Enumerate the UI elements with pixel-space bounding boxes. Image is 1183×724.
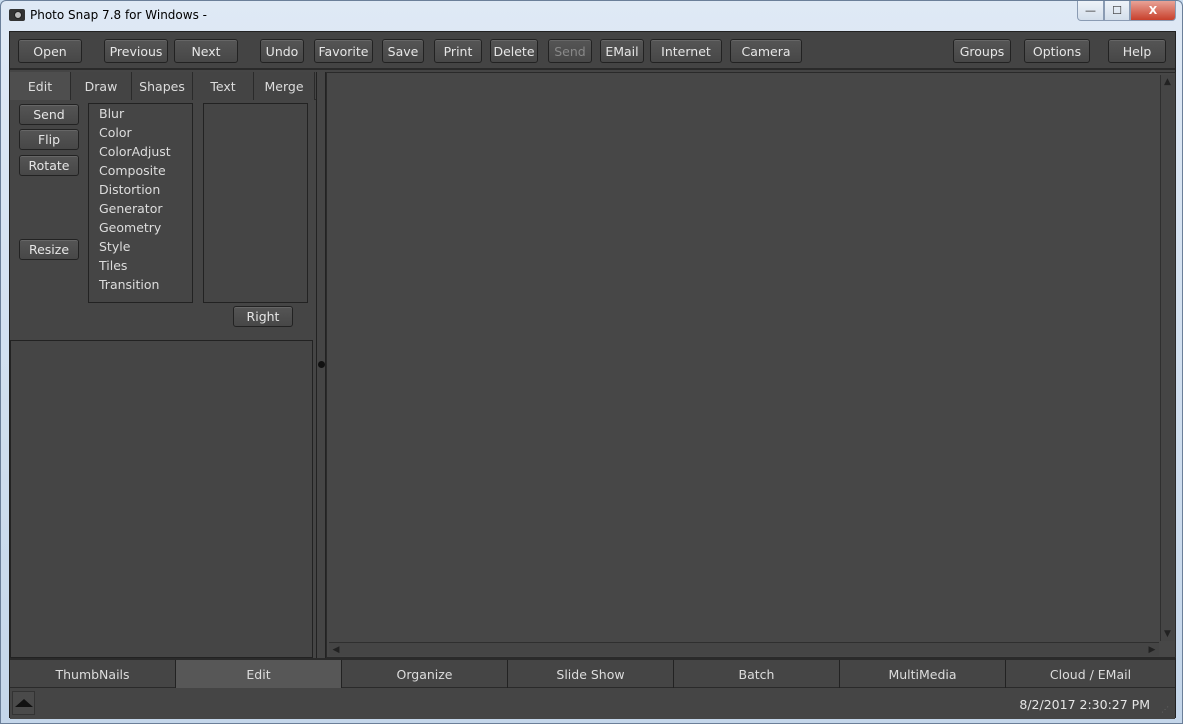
minimize-button[interactable]: — [1077, 1, 1104, 21]
preview-panel [10, 340, 313, 658]
edit-tab-strip: Edit Draw Shapes Text Merge [10, 72, 316, 100]
edit-panel: Edit Draw Shapes Text Merge Send Flip Ro… [10, 72, 316, 658]
list-item[interactable]: Color [89, 123, 192, 142]
open-button[interactable]: Open [18, 39, 82, 63]
list-item[interactable]: ColorAdjust [89, 142, 192, 161]
maximize-button[interactable]: ☐ [1104, 1, 1130, 21]
delete-button[interactable]: Delete [490, 39, 538, 63]
scroll-up-icon[interactable]: ▲ [1161, 75, 1174, 89]
splitter-handle[interactable] [318, 361, 325, 368]
close-icon: X [1148, 4, 1158, 17]
save-button[interactable]: Save [382, 39, 424, 63]
mode-tab-multimedia[interactable]: MultiMedia [840, 660, 1006, 688]
send-side-button[interactable]: Send [19, 104, 79, 125]
list-item[interactable]: Composite [89, 161, 192, 180]
status-bar: 8/2/2017 2:30:27 PM ⋰ [10, 688, 1175, 719]
email-button[interactable]: EMail [600, 39, 644, 63]
panel-splitter[interactable] [316, 72, 326, 658]
resize-grip-icon[interactable]: ⋰ [1161, 705, 1171, 715]
scroll-right-icon[interactable]: ▶ [1145, 643, 1159, 656]
tab-text[interactable]: Text [193, 72, 254, 100]
help-button[interactable]: Help [1108, 39, 1166, 63]
list-item[interactable]: Transition [89, 275, 192, 294]
minimize-icon: — [1085, 4, 1096, 17]
send-button[interactable]: Send [548, 39, 592, 63]
tab-edit[interactable]: Edit [10, 72, 71, 100]
undo-button[interactable]: Undo [260, 39, 304, 63]
vertical-scrollbar[interactable]: ▲ ▼ [1160, 75, 1174, 641]
client-area: Open Previous Next Undo Favorite Save Pr… [9, 31, 1176, 719]
scroll-left-icon[interactable]: ◀ [329, 643, 343, 656]
window-controls: — ☐ X [1077, 1, 1176, 21]
tab-merge[interactable]: Merge [254, 72, 315, 100]
list-item[interactable]: Distortion [89, 180, 192, 199]
filter-category-list[interactable]: Blur Color ColorAdjust Composite Distort… [88, 103, 193, 303]
list-item[interactable]: Blur [89, 104, 192, 123]
mode-tab-edit[interactable]: Edit [176, 660, 342, 688]
previous-button[interactable]: Previous [104, 39, 168, 63]
tab-draw[interactable]: Draw [71, 72, 132, 100]
tab-shapes[interactable]: Shapes [132, 72, 193, 100]
list-item[interactable]: Generator [89, 199, 192, 218]
next-button[interactable]: Next [174, 39, 238, 63]
internet-button[interactable]: Internet [650, 39, 722, 63]
expand-button[interactable] [12, 691, 35, 715]
print-button[interactable]: Print [434, 39, 482, 63]
window-title: Photo Snap 7.8 for Windows - [30, 8, 207, 22]
options-button[interactable]: Options [1024, 39, 1090, 63]
app-window: Photo Snap 7.8 for Windows - — ☐ X Open … [0, 0, 1183, 724]
mode-tab-organize[interactable]: Organize [342, 660, 508, 688]
triangle-up-icon [14, 699, 33, 707]
mode-tab-thumbnails[interactable]: ThumbNails [10, 660, 176, 688]
title-bar: Photo Snap 7.8 for Windows - — ☐ X [1, 1, 1182, 31]
groups-button[interactable]: Groups [953, 39, 1011, 63]
mode-tab-bar: ThumbNails Edit Organize Slide Show Batc… [10, 658, 1175, 688]
favorite-button[interactable]: Favorite [314, 39, 373, 63]
list-item[interactable]: Tiles [89, 256, 192, 275]
image-canvas[interactable]: ▲ ▼ ◀ ▶ [326, 72, 1176, 658]
close-button[interactable]: X [1130, 1, 1176, 21]
filter-sublist[interactable] [203, 103, 308, 303]
camera-button[interactable]: Camera [730, 39, 802, 63]
scroll-down-icon[interactable]: ▼ [1161, 627, 1174, 641]
flip-button[interactable]: Flip [19, 129, 79, 150]
mode-tab-batch[interactable]: Batch [674, 660, 840, 688]
list-item[interactable]: Geometry [89, 218, 192, 237]
status-datetime: 8/2/2017 2:30:27 PM [1019, 697, 1150, 712]
rotate-button[interactable]: Rotate [19, 155, 79, 176]
main-toolbar: Open Previous Next Undo Favorite Save Pr… [10, 32, 1175, 70]
horizontal-scrollbar[interactable]: ◀ ▶ [329, 642, 1159, 656]
camera-icon [9, 9, 25, 21]
resize-button[interactable]: Resize [19, 239, 79, 260]
mode-tab-cloud-email[interactable]: Cloud / EMail [1006, 660, 1175, 688]
mode-tab-slide-show[interactable]: Slide Show [508, 660, 674, 688]
maximize-icon: ☐ [1112, 4, 1122, 17]
right-button[interactable]: Right [233, 306, 293, 327]
list-item[interactable]: Style [89, 237, 192, 256]
